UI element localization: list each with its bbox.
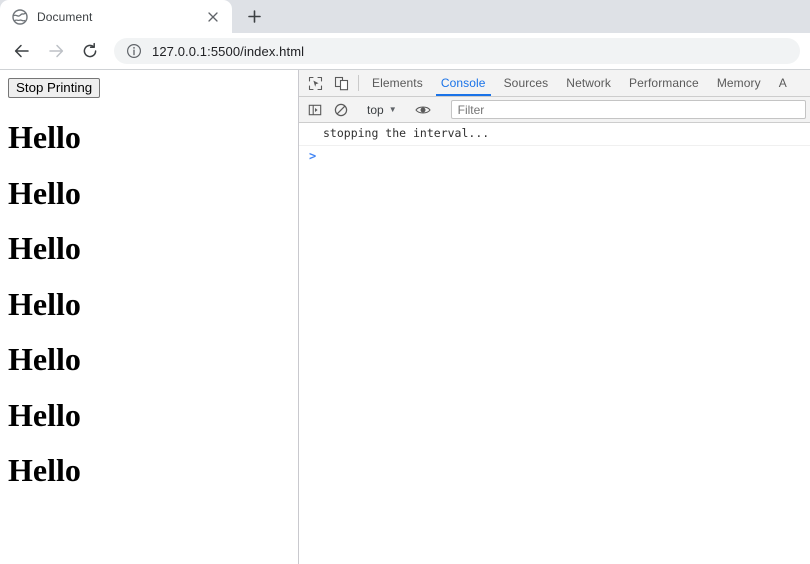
info-circle-icon[interactable] bbox=[126, 43, 142, 59]
clear-console-button[interactable] bbox=[328, 103, 354, 117]
tab-console[interactable]: Console bbox=[432, 70, 495, 96]
console-output[interactable]: stopping the interval... > bbox=[299, 123, 810, 564]
plus-icon bbox=[247, 9, 261, 23]
tab-network[interactable]: Network bbox=[557, 70, 620, 96]
globe-icon bbox=[12, 8, 28, 25]
devtools-panel: Elements Console Sources Network Perform… bbox=[299, 70, 810, 564]
forward-button[interactable] bbox=[42, 37, 70, 65]
hello-heading: Hello bbox=[8, 230, 81, 267]
tab-application[interactable]: A bbox=[770, 70, 796, 96]
execution-context-select[interactable]: top ▼ bbox=[363, 103, 401, 117]
chevron-down-icon: ▼ bbox=[388, 104, 397, 114]
viewport: Stop Printing Hello Hello Hello Hello He… bbox=[0, 70, 810, 564]
address-bar-url: 127.0.0.1:5500/index.html bbox=[152, 43, 305, 59]
inspect-element-button[interactable] bbox=[302, 70, 328, 96]
tab-strip: Document bbox=[0, 0, 810, 33]
live-expression-button[interactable] bbox=[410, 103, 436, 117]
toolbar-divider bbox=[358, 75, 359, 91]
prompt-arrow-icon: > bbox=[309, 148, 317, 163]
browser-window: Document 127.0.0.1:5500/index.html Stop … bbox=[0, 0, 810, 564]
inspect-element-icon bbox=[308, 76, 322, 90]
browser-tab-document[interactable]: Document bbox=[0, 0, 232, 33]
device-toolbar-button[interactable] bbox=[328, 70, 354, 96]
hello-heading: Hello bbox=[8, 119, 81, 155]
console-input[interactable] bbox=[322, 149, 810, 163]
stop-printing-button[interactable]: Stop Printing bbox=[8, 78, 101, 98]
eye-icon bbox=[414, 106, 431, 113]
console-filter-input[interactable] bbox=[457, 102, 799, 117]
hello-heading: Hello bbox=[8, 174, 81, 211]
console-input-row[interactable]: > bbox=[299, 146, 810, 169]
tab-sources[interactable]: Sources bbox=[495, 70, 558, 96]
console-message: stopping the interval... bbox=[299, 123, 810, 146]
devtools-tabbar: Elements Console Sources Network Perform… bbox=[299, 70, 810, 97]
console-filter[interactable] bbox=[450, 100, 806, 119]
new-tab-button[interactable] bbox=[240, 2, 268, 30]
device-toolbar-icon bbox=[334, 76, 348, 90]
console-toolbar: top ▼ bbox=[299, 97, 810, 123]
reload-icon bbox=[83, 42, 97, 58]
address-bar[interactable]: 127.0.0.1:5500/index.html bbox=[114, 38, 800, 64]
hello-heading: Hello bbox=[8, 452, 81, 489]
reload-button[interactable] bbox=[76, 37, 104, 65]
tab-memory[interactable]: Memory bbox=[708, 70, 770, 96]
clear-console-icon bbox=[334, 103, 348, 116]
hello-heading: Hello bbox=[8, 285, 81, 322]
console-sidebar-button[interactable] bbox=[302, 103, 328, 117]
hello-heading: Hello bbox=[8, 341, 81, 378]
back-button[interactable] bbox=[8, 37, 36, 65]
console-sidebar-icon bbox=[308, 104, 322, 115]
arrow-left-icon bbox=[14, 44, 29, 58]
hello-heading: Hello bbox=[8, 396, 81, 433]
tab-title: Document bbox=[37, 9, 93, 24]
browser-toolbar: 127.0.0.1:5500/index.html bbox=[0, 33, 810, 70]
execution-context-label: top bbox=[367, 102, 384, 117]
page-content: Stop Printing Hello Hello Hello Hello He… bbox=[0, 70, 299, 564]
close-icon[interactable] bbox=[204, 8, 222, 26]
tab-performance[interactable]: Performance bbox=[620, 70, 708, 96]
arrow-right-icon bbox=[49, 44, 64, 58]
tab-elements[interactable]: Elements bbox=[363, 70, 432, 96]
